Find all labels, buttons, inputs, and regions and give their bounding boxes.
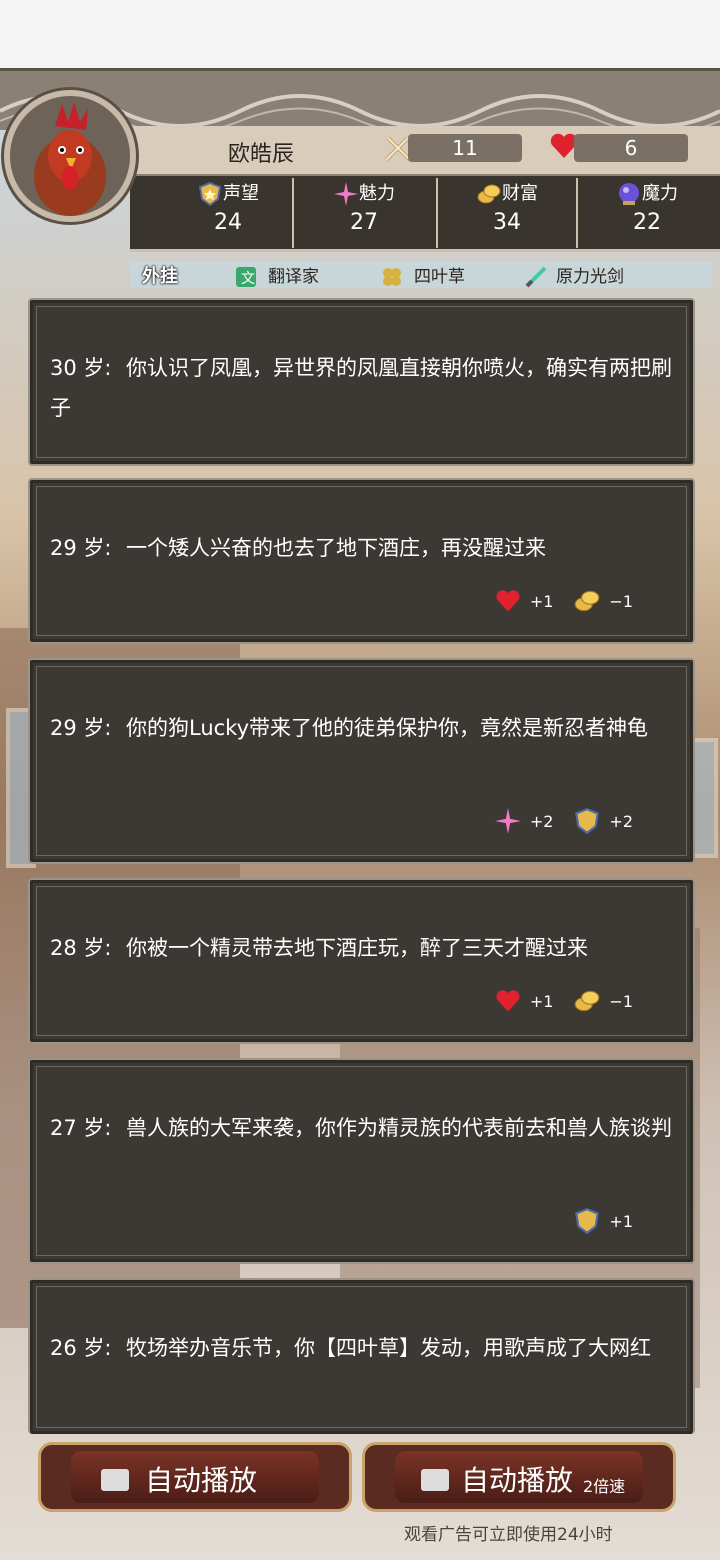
sparkle-icon: [494, 807, 522, 835]
event-card: 28 岁: 你被一个精灵带去地下酒庄玩，醉了三天才醒过来 +1 −1: [28, 878, 695, 1044]
attribute-value: 34: [493, 210, 521, 235]
shield-star-icon: [573, 1207, 601, 1235]
autoplay-fast-label: 自动播放: [461, 1464, 574, 1497]
speed-label: 2倍速: [583, 1477, 626, 1496]
event-text: 一个矮人兴奋的也去了地下酒庄，再没醒过来: [126, 536, 546, 560]
event-age: 27 岁:: [50, 1116, 112, 1140]
effect-delta: +1: [529, 991, 554, 1011]
player-name: 欧皓辰: [228, 142, 295, 167]
attack-value: 11: [408, 134, 522, 162]
divider: [436, 178, 438, 248]
event-text: 兽人族的大军来袭，你作为精灵族的代表前去和兽人族谈判: [126, 1116, 672, 1140]
attribute-wealth: 财富 34: [442, 180, 572, 235]
video-icon: [101, 1469, 129, 1491]
effect-delta: +1: [529, 591, 554, 611]
event-card: 27 岁: 兽人族的大军来袭，你作为精灵族的代表前去和兽人族谈判 +1: [28, 1058, 695, 1264]
video-icon: [421, 1469, 449, 1491]
attribute-label: 声望: [223, 183, 259, 204]
event-age: 29 岁:: [50, 536, 112, 560]
effect-delta: −1: [609, 591, 633, 611]
cheat-item[interactable]: 原力光剑: [556, 266, 624, 288]
event-age: 30 岁:: [50, 356, 112, 380]
coins-icon: [573, 587, 601, 615]
attribute-value: 24: [214, 210, 242, 235]
attribute-magic: 魔力 22: [582, 180, 712, 235]
event-card: 29 岁: 你的狗Lucky带来了他的徒弟保护你，竟然是新忍者神龟 +2 +2: [28, 658, 695, 864]
event-age: 29 岁:: [50, 716, 112, 740]
lightsaber-icon: [524, 265, 548, 289]
ad-note: 观看广告可立即使用24小时: [404, 1525, 613, 1545]
cheat-item[interactable]: 四叶草: [414, 266, 465, 288]
svg-text:文: 文: [241, 271, 255, 287]
shield-star-icon: [197, 181, 223, 207]
event-text: 你的狗Lucky带来了他的徒弟保护你，竟然是新忍者神龟: [126, 716, 649, 740]
event-card: 30 岁: 你认识了凤凰，异世界的凤凰直接朝你喷火，确实有两把刷子: [28, 298, 695, 466]
event-age: 28 岁:: [50, 936, 112, 960]
clover-icon: [380, 265, 404, 289]
attribute-label: 魅力: [359, 183, 395, 204]
coins-icon: [476, 181, 502, 207]
effect-delta: +2: [609, 811, 633, 831]
attribute-charm: 魅力 27: [299, 180, 429, 235]
shield-star-icon: [573, 807, 601, 835]
effect-delta: +1: [609, 1211, 633, 1231]
effect-delta: −1: [609, 991, 633, 1011]
attribute-value: 22: [633, 210, 661, 235]
event-card: 29 岁: 一个矮人兴奋的也去了地下酒庄，再没醒过来 +1 −1: [28, 478, 695, 644]
event-text: 你被一个精灵带去地下酒庄玩，醉了三天才醒过来: [126, 936, 588, 960]
attribute-label: 财富: [502, 183, 538, 204]
cheat-item[interactable]: 翻译家: [268, 266, 319, 288]
rooster-avatar[interactable]: [4, 90, 136, 222]
attribute-value: 27: [350, 210, 378, 235]
coins-icon: [573, 987, 601, 1015]
attribute-label: 魔力: [642, 183, 678, 204]
event-text: 牧场举办音乐节，你【四叶草】发动，用歌声成了大网红: [126, 1336, 651, 1360]
autoplay-button[interactable]: 自动播放: [38, 1442, 352, 1512]
effect-delta: +2: [529, 811, 554, 831]
cheats-title: 外挂: [142, 266, 178, 287]
event-text: 你认识了凤凰，异世界的凤凰直接朝你喷火，确实有两把刷子: [50, 356, 672, 420]
heart-icon: [494, 587, 522, 615]
attribute-prestige: 声望 24: [163, 180, 293, 235]
hp-value: 6: [574, 134, 688, 162]
autoplay-label: 自动播放: [145, 1464, 258, 1497]
sparkle-icon: [333, 181, 359, 207]
divider: [576, 178, 578, 248]
divider: [292, 178, 294, 248]
event-age: 26 岁:: [50, 1336, 112, 1360]
translate-icon: 文: [234, 265, 258, 289]
magic-orb-icon: [616, 181, 642, 207]
autoplay-fast-button[interactable]: 自动播放 2倍速: [362, 1442, 676, 1512]
event-card: 26 岁: 牧场举办音乐节，你【四叶草】发动，用歌声成了大网红: [28, 1278, 695, 1434]
heart-icon: [494, 987, 522, 1015]
